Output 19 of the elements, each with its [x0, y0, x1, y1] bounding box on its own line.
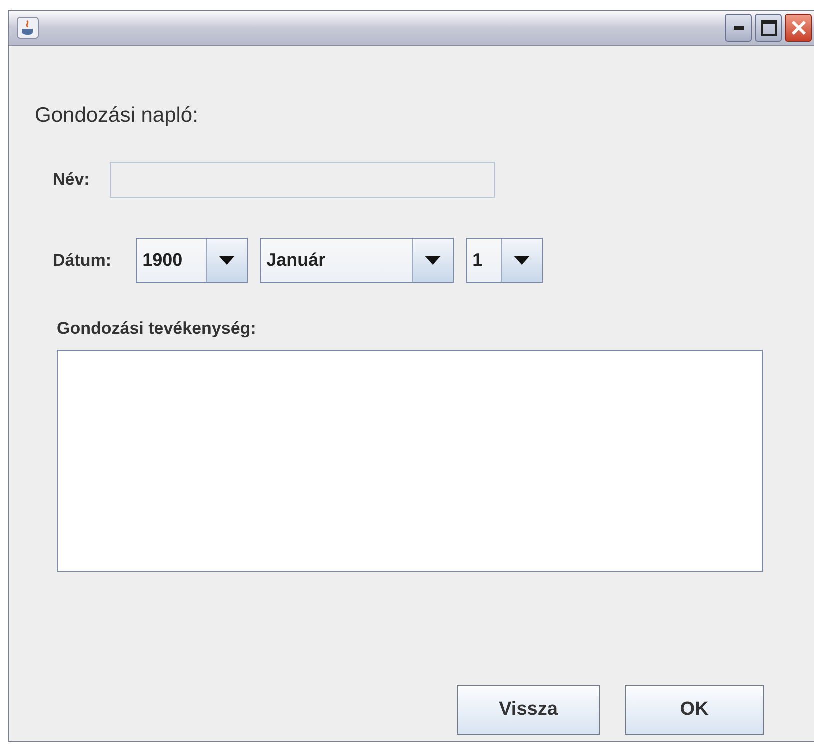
- field-label: Dátum:: [53, 250, 112, 270]
- dropdown[interactable]: Január: [260, 238, 454, 283]
- coffee-cup-icon: [17, 17, 39, 39]
- maximize-icon: [760, 20, 776, 36]
- field-label: Gondozási tevékenység:: [57, 319, 256, 339]
- minimize-icon: [734, 26, 744, 30]
- caret-icon: [424, 256, 441, 265]
- dropdown[interactable]: 1900: [136, 238, 248, 283]
- dialog-button[interactable]: Vissza: [457, 685, 600, 735]
- minimize-button[interactable]: [725, 14, 752, 42]
- form-heading: Gondozási napló:: [35, 104, 198, 128]
- close-icon: [790, 20, 806, 36]
- dialog-button[interactable]: OK: [625, 685, 764, 735]
- close-button[interactable]: [785, 14, 812, 42]
- field-label: Név:: [53, 170, 90, 190]
- maximize-button[interactable]: [755, 14, 782, 42]
- caret-icon: [218, 256, 235, 265]
- dropdown[interactable]: 1: [466, 238, 543, 283]
- caret-icon: [514, 256, 530, 265]
